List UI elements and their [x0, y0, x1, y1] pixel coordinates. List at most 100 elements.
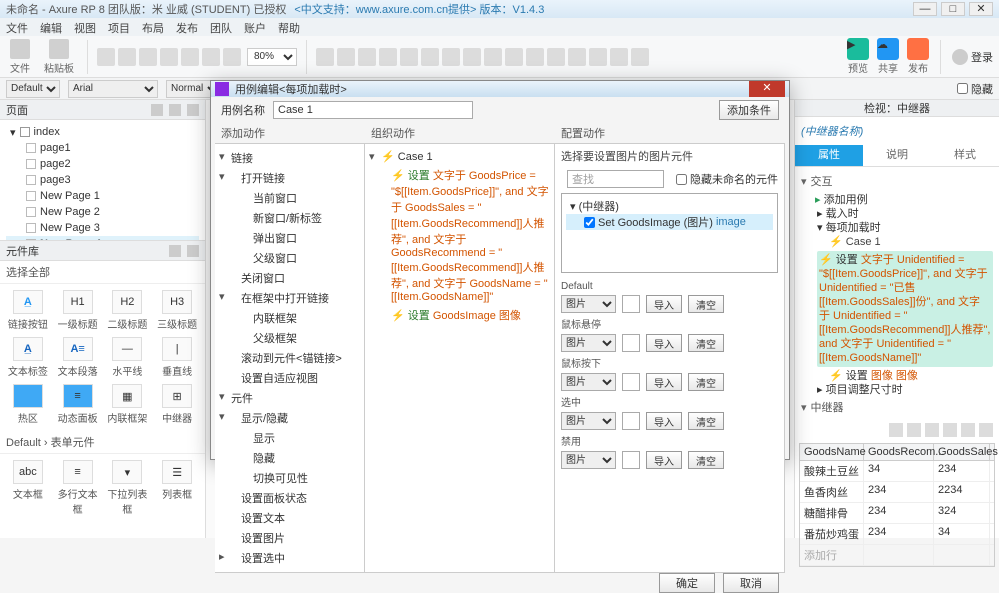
add-case-link[interactable]: ▸ 添加用例 — [801, 191, 993, 207]
clear-button[interactable]: 清空 — [688, 451, 724, 469]
import-button[interactable]: 导入 — [646, 451, 682, 469]
font-select[interactable]: Arial — [68, 80, 158, 98]
col-header[interactable]: GoodsSales — [934, 444, 990, 460]
close-button[interactable]: ✕ — [969, 2, 993, 16]
action-item[interactable]: 链接 — [219, 148, 360, 168]
tool-icon[interactable] — [358, 48, 376, 66]
tool-icon[interactable] — [547, 48, 565, 66]
menu-edit[interactable]: 编辑 — [40, 20, 62, 34]
tab-notes[interactable]: 说明 — [863, 145, 931, 166]
import-button[interactable]: 导入 — [646, 412, 682, 430]
app-title-link[interactable]: <中文支持：www.axure.com.cn提供> 版本：V1.4.3 — [294, 1, 544, 17]
event-row[interactable]: ▸ 载入时 — [817, 207, 993, 221]
menu-layout[interactable]: 布局 — [142, 20, 164, 34]
action-item[interactable]: 关闭窗口 — [219, 268, 360, 288]
widget-item[interactable]: A̲链接按钮 — [4, 288, 52, 333]
import-button[interactable]: 导入 — [646, 295, 682, 313]
widget-item[interactable]: ▦内联框架 — [104, 382, 152, 427]
action-item[interactable]: 当前窗口 — [219, 188, 360, 208]
state-preview[interactable] — [622, 412, 640, 430]
select-all-label[interactable]: 选择全部 — [0, 261, 205, 284]
maximize-button[interactable]: □ — [941, 2, 965, 16]
event-row[interactable]: ▸ 项目调整尺寸时 — [817, 383, 993, 397]
tool-icon[interactable] — [139, 48, 157, 66]
menu-view[interactable]: 视图 — [74, 20, 96, 34]
col-header[interactable]: GoodsName — [800, 444, 864, 460]
dialog-titlebar[interactable]: 用例编辑<每项加载时> ✕ — [211, 81, 789, 97]
import-button[interactable]: 导入 — [646, 373, 682, 391]
tool-icon[interactable] — [97, 48, 115, 66]
tool-icon[interactable] — [421, 48, 439, 66]
state-select[interactable]: 图片 — [561, 373, 616, 391]
org-case[interactable]: Case 1 — [398, 151, 433, 163]
table-row[interactable]: 酸辣土豆丝34234 — [800, 461, 994, 482]
tool-icon[interactable] — [505, 48, 523, 66]
tree-node-selected[interactable]: Set GoodsImage (图片) image — [566, 214, 773, 230]
paste-icon[interactable] — [49, 39, 69, 59]
table-tool-icon[interactable] — [979, 423, 993, 437]
action-item[interactable]: 内联框架 — [219, 308, 360, 328]
search-icon[interactable] — [187, 104, 199, 116]
tool-icon[interactable] — [181, 48, 199, 66]
action-item[interactable]: 设置自适应视图 — [219, 368, 360, 388]
state-preview[interactable] — [622, 295, 640, 313]
state-select[interactable]: 图片 — [561, 451, 616, 469]
tab-style[interactable]: 样式 — [931, 145, 999, 166]
widget-item[interactable]: ⊞中继器 — [153, 382, 201, 427]
case-name-input[interactable] — [273, 101, 473, 119]
repeater-header[interactable]: 中继器 — [801, 399, 993, 415]
tool-icon[interactable] — [463, 48, 481, 66]
form-set-label[interactable]: Default › 表单元件 — [0, 431, 205, 454]
page-item[interactable]: New Page 3 — [6, 220, 199, 236]
preview-icon[interactable]: ▶ — [847, 38, 869, 60]
zoom-select[interactable]: 80% — [247, 48, 297, 66]
table-row[interactable]: 番茄炒鸡蛋23434 — [800, 524, 994, 545]
table-tool-icon[interactable] — [943, 423, 957, 437]
minimize-button[interactable]: — — [913, 2, 937, 16]
clear-button[interactable]: 清空 — [688, 334, 724, 352]
cancel-button[interactable]: 取消 — [723, 573, 779, 593]
table-row[interactable]: 糖醋排骨234324 — [800, 503, 994, 524]
hide-checkbox[interactable] — [957, 83, 968, 94]
publish-icon[interactable] — [907, 38, 929, 60]
table-tool-icon[interactable] — [961, 423, 975, 437]
tool-icon[interactable] — [379, 48, 397, 66]
menu-file[interactable]: 文件 — [6, 20, 28, 34]
state-preview[interactable] — [622, 373, 640, 391]
add-condition-button[interactable]: 添加条件 — [719, 100, 779, 120]
page-item[interactable]: New Page 1 — [6, 188, 199, 204]
action-item[interactable]: 打开链接 — [219, 168, 360, 188]
event-row[interactable]: ▾ 每项加载时 — [817, 221, 993, 235]
tool-icon[interactable] — [442, 48, 460, 66]
page-item[interactable]: page1 — [6, 140, 199, 156]
tool-icon[interactable] — [610, 48, 628, 66]
add-page-icon[interactable] — [151, 104, 163, 116]
import-button[interactable]: 导入 — [646, 334, 682, 352]
table-tool-icon[interactable] — [889, 423, 903, 437]
tool-icon[interactable] — [223, 48, 241, 66]
tree-node[interactable]: ▾ (中继器) — [566, 198, 773, 214]
dialog-close-button[interactable]: ✕ — [749, 81, 785, 97]
tool-icon[interactable] — [118, 48, 136, 66]
widget-item[interactable]: A̲文本标签 — [4, 335, 52, 380]
file-icon[interactable] — [10, 39, 30, 59]
clear-button[interactable]: 清空 — [688, 412, 724, 430]
page-item[interactable]: page3 — [6, 172, 199, 188]
widget-item[interactable]: |垂直线 — [153, 335, 201, 380]
action-item[interactable]: 显示 — [219, 428, 360, 448]
tool-icon[interactable] — [526, 48, 544, 66]
menu-account[interactable]: 账户 — [244, 20, 266, 34]
action-item[interactable]: 设置图片 — [219, 528, 360, 548]
action-item[interactable]: 父级框架 — [219, 328, 360, 348]
tool-icon[interactable] — [316, 48, 334, 66]
widget-item[interactable]: H1一级标题 — [54, 288, 102, 333]
org-action[interactable]: ⚡ 设置 GoodsImage 图像 — [369, 305, 550, 325]
action-item[interactable]: 设置面板状态 — [219, 488, 360, 508]
widget-item[interactable]: abc文本框 — [4, 458, 52, 518]
action-item[interactable]: 弹出窗口 — [219, 228, 360, 248]
page-item[interactable]: New Page 2 — [6, 204, 199, 220]
widget-item[interactable]: ☰列表框 — [153, 458, 201, 518]
table-row[interactable]: 鱼香肉丝2342234 — [800, 482, 994, 503]
widget-item[interactable]: A≡文本段落 — [54, 335, 102, 380]
action-item[interactable]: 在框架中打开链接 — [219, 288, 360, 308]
